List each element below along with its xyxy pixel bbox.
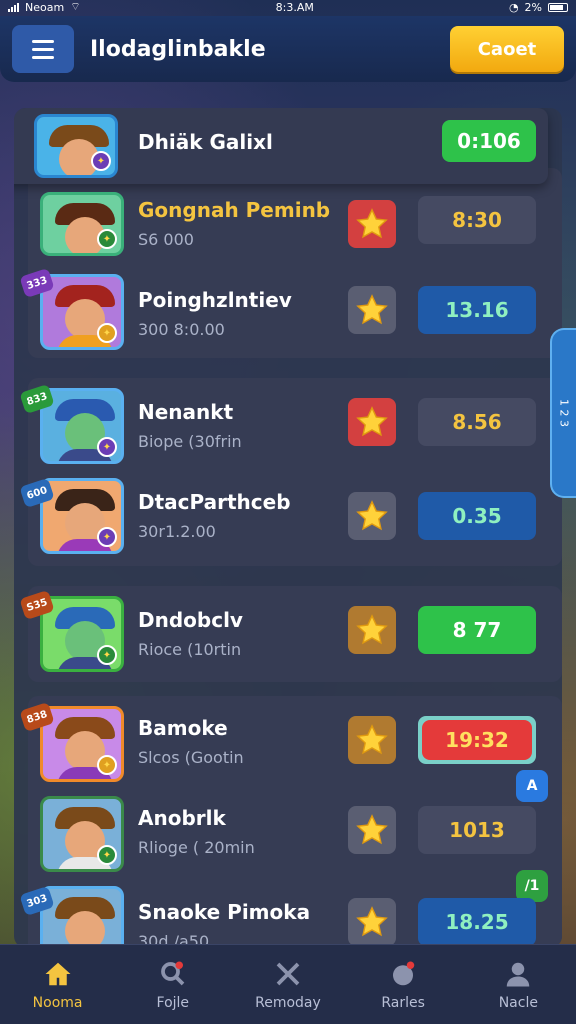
player-name: DtacParthceb bbox=[138, 490, 291, 514]
header-action-button[interactable]: Caoet bbox=[450, 26, 564, 72]
player-subtitle: Slcos (Gootin bbox=[138, 748, 244, 767]
list-item[interactable]: ✦ Dhiäk Galixl 0:106 bbox=[14, 108, 548, 184]
player-name: Bamoke bbox=[138, 716, 228, 740]
player-subtitle: Rioce (10rtin bbox=[138, 640, 242, 659]
menu-button[interactable] bbox=[12, 25, 74, 73]
favorite-star-button[interactable] bbox=[348, 806, 396, 854]
timer-value: 19:32 bbox=[422, 720, 532, 760]
user-icon bbox=[501, 959, 535, 989]
favorite-star-button[interactable] bbox=[348, 200, 396, 248]
player-subtitle: S6 000 bbox=[138, 230, 194, 249]
score-badge: 18.25 bbox=[418, 898, 536, 946]
badge-icon: ✦ bbox=[97, 323, 117, 343]
score-badge: 0.35 bbox=[418, 492, 536, 540]
clock-label: 8:3.AM bbox=[275, 0, 314, 14]
player-name: Anobrlk bbox=[138, 806, 226, 830]
player-name: Dhiäk Galixl bbox=[138, 130, 273, 154]
score-badge: 8 77 bbox=[418, 606, 536, 654]
leaderboard-list: ✦ Dhiäk Galixl 0:106 ✦ Gongnah Peminb S6… bbox=[14, 108, 562, 948]
page-title: Ilodaglinbakle bbox=[90, 36, 266, 62]
avatar bbox=[40, 886, 124, 948]
app-header: Ilodaglinbakle Caoet bbox=[0, 16, 576, 82]
nav-label: Nooma bbox=[32, 994, 83, 1011]
star-icon bbox=[356, 500, 388, 531]
favorite-star-button[interactable] bbox=[348, 286, 396, 334]
status-bar: Neoam ⌔ 8:3.AM ◔ 2% bbox=[0, 0, 576, 14]
player-name: Dndobclv bbox=[138, 608, 243, 632]
star-icon bbox=[356, 208, 388, 239]
player-name: Nenankt bbox=[138, 400, 234, 424]
favorite-star-button[interactable] bbox=[348, 898, 396, 946]
nav-label: Fojle bbox=[156, 994, 190, 1011]
score-badge: 8:30 bbox=[418, 196, 536, 244]
signal-icon bbox=[8, 2, 19, 12]
badge-icon: ✦ bbox=[97, 645, 117, 665]
list-item[interactable]: 833 ✦ Nenankt Biope (30frin 8.56 bbox=[14, 378, 548, 470]
list-item[interactable]: 838 ✦ Bamoke Slcos (Gootin 19:32 bbox=[14, 696, 548, 788]
nav-label: Rarles bbox=[381, 994, 425, 1011]
avatar: ✦ bbox=[34, 114, 118, 178]
list-item[interactable]: 600 ✦ DtacParthceb 30r1.2.00 0.35 bbox=[14, 472, 548, 564]
alarm-icon: ◔ bbox=[508, 0, 519, 14]
list-item[interactable]: ✦ Anobrlk Rlioge ( 20min 1013 bbox=[14, 786, 548, 878]
star-icon bbox=[356, 294, 388, 325]
score-badge: 13.16 bbox=[418, 286, 536, 334]
home-icon bbox=[41, 959, 75, 989]
favorite-star-button[interactable] bbox=[348, 716, 396, 764]
nav-item-home[interactable]: Nooma bbox=[10, 959, 106, 1011]
side-drawer-tab[interactable]: 1 2 3 bbox=[550, 328, 576, 498]
player-name: Snaoke Pimoka bbox=[138, 900, 311, 924]
bottom-nav: Nooma Fojle Remoday Rarles Nacle bbox=[0, 944, 576, 1024]
star-icon bbox=[356, 406, 388, 437]
nav-item-faces[interactable]: Rarles bbox=[355, 959, 451, 1011]
nav-label: Remoday bbox=[255, 994, 321, 1011]
battery-icon bbox=[548, 2, 568, 12]
avatar: ✦ bbox=[40, 192, 124, 256]
timer-badge: 19:32 bbox=[418, 716, 536, 764]
player-subtitle: Biope (30frin bbox=[138, 432, 242, 451]
list-item[interactable]: ✦ Gongnah Peminb S6 000 8:30 bbox=[14, 178, 548, 270]
badge-icon: ✦ bbox=[97, 527, 117, 547]
player-name: Poinghzlntiev bbox=[138, 288, 292, 312]
search-icon bbox=[156, 959, 190, 989]
list-item[interactable]: 303 Snaoke Pimoka 30d /a50 18.25 bbox=[14, 876, 548, 948]
star-icon bbox=[356, 906, 388, 937]
list-item[interactable]: S35 ✦ Dndobclv Rioce (10rtin 8 77 bbox=[14, 586, 548, 678]
avatar: ✦ bbox=[40, 478, 124, 554]
player-name: Gongnah Peminb bbox=[138, 198, 331, 222]
score-badge: 1013 bbox=[418, 806, 536, 854]
star-icon bbox=[356, 814, 388, 845]
player-subtitle: 30r1.2.00 bbox=[138, 522, 216, 541]
badge-icon: ✦ bbox=[91, 151, 111, 171]
nav-label: Nacle bbox=[498, 994, 538, 1011]
badge-icon: ✦ bbox=[97, 845, 117, 865]
side-tab-label: 1 2 3 bbox=[557, 399, 571, 427]
list-item[interactable]: 333 ✦ Poinghzlntiev 300 8:0.00 13.16 bbox=[14, 266, 548, 358]
star-icon bbox=[356, 724, 388, 755]
tools-icon bbox=[271, 959, 305, 989]
favorite-star-button[interactable] bbox=[348, 606, 396, 654]
nav-item-profile[interactable]: Nacle bbox=[470, 959, 566, 1011]
player-subtitle: 300 8:0.00 bbox=[138, 320, 225, 339]
score-badge: 8.56 bbox=[418, 398, 536, 446]
wifi-icon: ⌔ bbox=[70, 0, 81, 13]
favorite-star-button[interactable] bbox=[348, 398, 396, 446]
badge-icon: ✦ bbox=[97, 437, 117, 457]
nav-item-tools[interactable]: Remoday bbox=[240, 959, 336, 1011]
badge-icon: ✦ bbox=[97, 229, 117, 249]
face-icon bbox=[386, 959, 420, 989]
nav-item-search[interactable]: Fojle bbox=[125, 959, 221, 1011]
carrier-label: Neoam bbox=[25, 0, 65, 14]
star-icon bbox=[356, 614, 388, 645]
player-subtitle: Rlioge ( 20min bbox=[138, 838, 255, 857]
score-badge: 0:106 bbox=[442, 120, 536, 162]
badge-icon: ✦ bbox=[97, 755, 117, 775]
battery-percent: 2% bbox=[524, 0, 542, 14]
favorite-star-button[interactable] bbox=[348, 492, 396, 540]
avatar: ✦ bbox=[40, 796, 124, 872]
